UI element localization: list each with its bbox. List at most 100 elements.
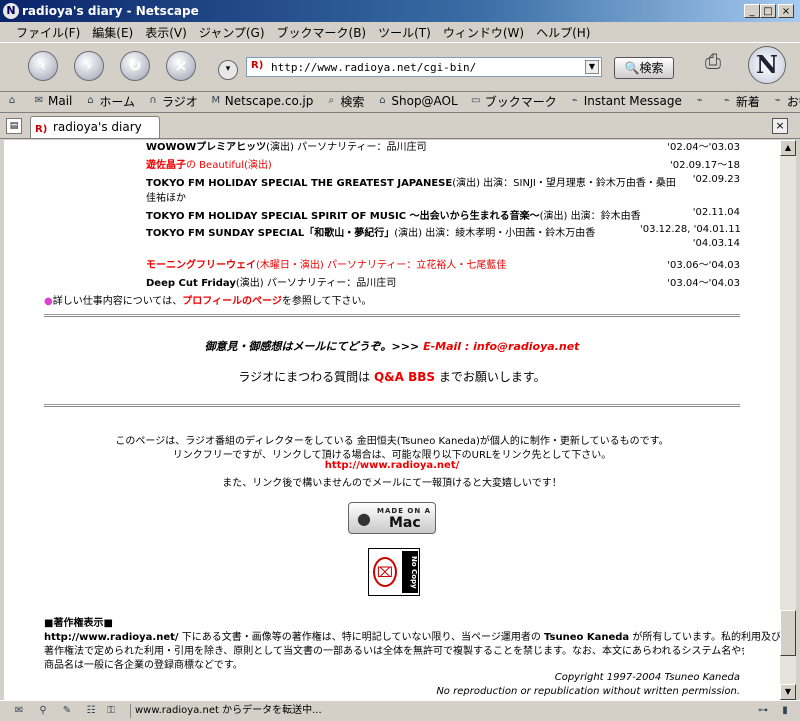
site-icon: R) <box>35 124 48 135</box>
reload-button[interactable]: ↻ <box>120 51 150 81</box>
work-title: TOKYO FM HOLIDAY SPECIAL THE GREATEST JA… <box>146 178 453 189</box>
netscape-app-icon[interactable]: N <box>3 3 19 19</box>
search-button-label: 検索 <box>639 61 664 75</box>
work-detail: (演出) 出演：鈴木由香 <box>539 211 641 222</box>
work-row: TOKYO FM HOLIDAY SPECIAL THE GREATEST JA… <box>146 174 676 189</box>
scroll-down-icon[interactable]: ▼ <box>780 684 796 700</box>
personal-item-netscape[interactable]: M Netscape.co.jp <box>204 94 320 108</box>
work-title-link[interactable]: 遊佐晶子 <box>146 160 186 171</box>
made-on-mac-badge[interactable]: ● MADE ON A Mac <box>348 502 436 534</box>
copyright-line-1: http://www.radioya.net/ 下にある文書・画像等の著作権は、… <box>44 632 780 643</box>
mail-icon: ✉ <box>34 95 44 106</box>
about-line-1: このページは、ラジオ番組のディレクターをしている 金田恒夫(Tsuneo Kan… <box>115 436 669 447</box>
maximize-button[interactable]: □ <box>760 4 776 18</box>
back-button[interactable]: ‹ <box>28 51 58 81</box>
navigation-toolbar: ‹ › ↻ × ▾ R) http://www.radioya.net/cgi-… <box>0 42 800 92</box>
personal-item-radio[interactable]: ∩ ラジオ <box>141 93 204 110</box>
menu-file[interactable]: ファイル(F) <box>10 24 86 41</box>
url-input[interactable]: http://www.radioya.net/cgi-bin/ <box>271 61 476 74</box>
personal-item-recommend[interactable]: ⌁お勧め <box>766 93 800 110</box>
work-date: '02.04～'03.03 <box>667 142 740 153</box>
menu-tools[interactable]: ツール(T) <box>372 24 437 41</box>
link-icon: ⌁ <box>571 95 578 106</box>
personal-item-link[interactable]: ⌁ <box>688 95 715 107</box>
security-icon[interactable]: ⚿ <box>104 704 118 718</box>
work-row: TOKYO FM HOLIDAY SPECIAL SPIRIT OF MUSIC… <box>146 207 641 222</box>
menu-go[interactable]: ジャンプ(G) <box>193 24 271 41</box>
personal-item-search[interactable]: ⌕ 検索 <box>319 93 370 110</box>
personal-toolbar: ⌂ ✉ Mail ⌂ ホーム ∩ ラジオ M Netscape.co.jp ⌕ 検索 ⌂ S… <box>0 90 800 113</box>
url-dropdown-icon[interactable]: ▼ <box>585 60 599 74</box>
lock-icon: ▮ <box>782 705 788 716</box>
personal-item-bookmarks[interactable]: ▭ ブックマーク <box>464 93 563 110</box>
work-row: TOKYO FM SUNDAY SPECIAL「和歌山・夢紀行」(演出) 出演：… <box>146 224 595 239</box>
work-date: '02.11.04 <box>692 207 740 218</box>
tab-radioyas-diary[interactable]: R) radioya's diary <box>30 116 160 138</box>
forward-button[interactable]: › <box>74 51 104 81</box>
history-dropdown-icon[interactable]: ▾ <box>218 60 238 80</box>
window-title: radioya's diary - Netscape <box>22 4 199 18</box>
aim-icon[interactable]: ⚲ <box>36 704 50 718</box>
shop-icon: ⌂ <box>379 95 386 106</box>
scroll-thumb[interactable] <box>780 610 796 656</box>
work-row: WOWOWプレミアヒッツ(演出) パーソナリティー：品川庄司 <box>146 140 426 153</box>
personal-item-instant-message[interactable]: ⌁ Instant Message <box>563 94 688 108</box>
copyright-line-2: 著作権法で定められた利用・引用を除き、原則として当文書の一部あるいは全体を無許可… <box>44 646 744 657</box>
no-copy-badge: ⌧ No Copy <box>368 548 420 596</box>
personal-item-mail[interactable]: ✉ Mail <box>27 94 78 108</box>
no-trash-icon: ⌧ <box>373 557 397 587</box>
menu-bar: ファイル(F) 編集(E) 表示(V) ジャンプ(G) ブックマーク(B) ツー… <box>0 22 800 42</box>
search-button[interactable]: 🔍検索 <box>614 57 674 79</box>
menu-help[interactable]: ヘルプ(H) <box>530 24 596 41</box>
work-row: モーニングフリーウェイ(木曜日・演出) パーソナリティー：立花裕人・七尾藍佳 <box>146 256 506 271</box>
home-menu-icon: ⌂ <box>8 95 16 106</box>
work-detail: (演出) パーソナリティー：品川庄司 <box>235 278 397 289</box>
work-row: 佳祐ほか <box>146 189 186 204</box>
address-book-icon[interactable]: ☷ <box>84 704 98 718</box>
work-date: '02.09.23 <box>692 174 740 185</box>
personal-item-home[interactable]: ⌂ ホーム <box>78 93 141 110</box>
close-window-button[interactable]: × <box>778 4 794 18</box>
close-tab-button[interactable]: × <box>772 118 788 134</box>
netscape-logo-icon[interactable]: N <box>748 46 786 84</box>
menu-bookmarks[interactable]: ブックマーク(B) <box>271 24 373 41</box>
qa-bbs-link[interactable]: Q&A BBS <box>374 370 435 384</box>
composer-icon[interactable]: ✎ <box>60 704 74 718</box>
minimize-button[interactable]: _ <box>744 4 760 18</box>
menu-window[interactable]: ウィンドウ(W) <box>437 24 530 41</box>
new-tab-icon[interactable]: ▤ <box>6 118 22 134</box>
menu-view[interactable]: 表示(V) <box>139 24 193 41</box>
work-row: Deep Cut Friday(演出) パーソナリティー：品川庄司 <box>146 274 396 289</box>
scroll-up-icon[interactable]: ▲ <box>780 140 796 156</box>
profile-link[interactable]: プロフィールのページ <box>182 296 282 307</box>
personal-item-home-menu[interactable]: ⌂ <box>0 95 27 107</box>
work-title-link[interactable]: モーニングフリーウェイ <box>146 260 256 271</box>
print-icon[interactable]: ⎙ <box>698 49 728 75</box>
work-detail: (木曜日・演出) パーソナリティー：立花裕人・七尾藍佳 <box>256 260 507 271</box>
work-detail: の Beautiful(演出) <box>186 160 272 171</box>
copyright-heading: ■著作権表示■ <box>44 618 113 629</box>
email-link[interactable]: E-Mail : info@radioya.net <box>423 340 579 353</box>
work-title: TOKYO FM SUNDAY SPECIAL「和歌山・夢紀行」 <box>146 228 395 239</box>
stop-button[interactable]: × <box>166 51 196 81</box>
about-line-3: また、リンク後で構いませんのでメールにて一報頂けると大変嬉しいです！ <box>222 478 562 489</box>
profile-note: ●詳しい仕事内容については、プロフィールのページを参照して下さい。 <box>44 296 372 307</box>
url-bar[interactable]: R) http://www.radioya.net/cgi-bin/ ▼ <box>246 57 602 77</box>
status-text: www.radioya.net からデータを転送中... <box>130 704 735 718</box>
personal-item-new[interactable]: ⌁ 新着 <box>715 93 766 110</box>
search-icon: ⌕ <box>328 95 335 106</box>
online-status-icon[interactable]: ⊶ <box>756 704 770 718</box>
mail-icon[interactable]: ✉ <box>12 704 26 718</box>
personal-item-shop[interactable]: ⌂ Shop@AOL <box>370 94 463 108</box>
link-icon: ⌁ <box>723 95 730 106</box>
no-copy-text: No Copy <box>402 551 418 593</box>
about-line-2: リンクフリーですが、リンクして頂ける場合は、可能な限り以下のURLをリンク先とし… <box>172 450 612 461</box>
qa-line: ラジオにまつわる質問は Q&A BBS までお願いします。 <box>238 370 546 384</box>
apple-logo-icon: ● <box>357 509 371 528</box>
site-url-link[interactable]: http://www.radioya.net/ <box>4 460 780 471</box>
copyright-text: Copyright 1997-2004 Tsuneo Kaneda <box>554 672 740 683</box>
vertical-scrollbar[interactable]: ▲ ▼ <box>780 140 796 700</box>
radio-icon: ∩ <box>149 95 157 106</box>
work-title: WOWOWプレミアヒッツ <box>146 142 267 153</box>
menu-edit[interactable]: 編集(E) <box>86 24 139 41</box>
